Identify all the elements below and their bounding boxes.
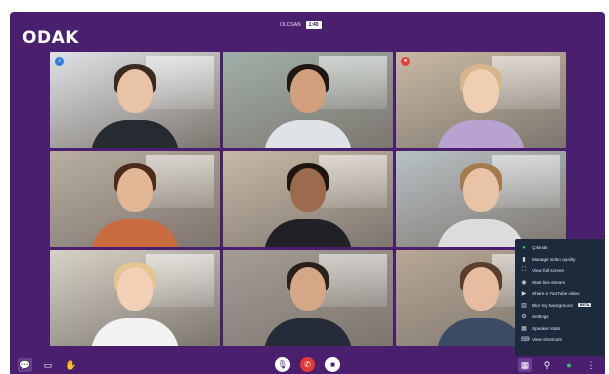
speaker-stats-icon: ▦ (521, 325, 527, 332)
meeting-title: OLCSAN (280, 22, 301, 28)
menu-item-label: Start live stream (532, 279, 566, 285)
video-grid: ♪ ● (50, 52, 566, 346)
participant-tile[interactable] (223, 151, 393, 247)
security-button[interactable]: ● (562, 358, 576, 372)
more-button[interactable]: ⋮ (584, 358, 598, 372)
menu-item[interactable]: ⚙ Settings (515, 311, 605, 323)
participant-tile[interactable] (223, 52, 393, 148)
menu-item-label: Çıkmak (532, 245, 548, 251)
participant-tile[interactable] (223, 250, 393, 346)
participant-video (263, 151, 353, 247)
menu-item-label: View full screen (532, 268, 565, 274)
participant-face (463, 69, 499, 114)
menu-item-label: Share a YouTube video (532, 291, 580, 297)
participant-tile[interactable] (50, 151, 220, 247)
participant-face (117, 267, 153, 312)
chat-button[interactable]: 💬 (18, 358, 32, 372)
beta-badge: BETA (577, 303, 592, 308)
menu-item-label: Settings (532, 314, 549, 320)
participant-tile[interactable]: ♪ (50, 52, 220, 148)
participant-body (264, 317, 352, 346)
bottom-toolbar: 💬 ▭ ✋ 🎙 ✆ ■ ▦ ⚲ ● ⋮ (10, 356, 605, 374)
share-screen-button[interactable]: ▭ (41, 358, 55, 372)
participant-body (264, 119, 352, 148)
live-icon: ◉ (521, 279, 527, 286)
gear-icon: ⚙ (521, 314, 527, 321)
participant-face (290, 267, 326, 312)
circle-icon: ● (522, 244, 526, 251)
participant-body (437, 218, 525, 247)
shortcuts-icon: ⌨ (521, 337, 530, 344)
participant-tile[interactable]: ● (396, 52, 566, 148)
participant-body (437, 317, 525, 346)
menu-item-label: View shortcuts (532, 337, 562, 343)
participant-body (91, 317, 179, 346)
participant-video (263, 52, 353, 148)
fullscreen-icon: ⛶ (521, 267, 527, 274)
menu-item[interactable]: ▥ Blur my background BETA (515, 300, 605, 312)
menu-item[interactable]: ▦ Speaker stats (515, 323, 605, 335)
meeting-timer: 1:40 (305, 21, 322, 29)
participant-face (290, 168, 326, 213)
participant-tile[interactable] (50, 250, 220, 346)
camera-button[interactable]: ■ (325, 357, 340, 372)
audio-icon: ♪ (55, 57, 64, 66)
menu-item-label: Manage video quality (532, 256, 576, 262)
participant-face (117, 168, 153, 213)
participant-body (91, 119, 179, 148)
menu-item[interactable]: ⛶ View full screen (515, 265, 605, 277)
participant-video (436, 250, 526, 346)
participant-face (290, 69, 326, 114)
menu-item[interactable]: ⌨ View shortcuts (515, 334, 605, 346)
menu-item[interactable]: ▶ Share a YouTube video (515, 288, 605, 300)
more-actions-menu: ● Çıkmak ▮ Manage video quality ⛶ View full s… (515, 239, 605, 365)
menu-item-label: Blur my background (532, 302, 573, 308)
participant-video (436, 52, 526, 148)
recording-icon: ● (401, 57, 410, 66)
participant-video (90, 250, 180, 346)
participant-video (90, 52, 180, 148)
participant-face (117, 69, 153, 114)
participant-video (90, 151, 180, 247)
youtube-icon: ▶ (521, 291, 527, 298)
menu-item-label: Speaker stats (532, 325, 561, 331)
menu-item[interactable]: ● Çıkmak (515, 242, 605, 254)
tile-view-button[interactable]: ▦ (518, 358, 532, 372)
blur-icon: ▥ (521, 302, 527, 309)
meeting-header: OLCSAN 1:40 (280, 21, 322, 29)
hangup-button[interactable]: ✆ (300, 357, 315, 372)
participant-tile[interactable] (396, 151, 566, 247)
menu-item[interactable]: ◉ Start live stream (515, 277, 605, 289)
participant-face (463, 168, 499, 213)
invite-button[interactable]: ⚲ (540, 358, 554, 372)
brand-logo: ODAK (22, 28, 79, 48)
meeting-screen: ODAK OLCSAN 1:40 ♪ ● ● Çıkmak ▮ Manage video… (10, 12, 605, 374)
participant-body (264, 218, 352, 247)
menu-item[interactable]: ▮ Manage video quality (515, 254, 605, 266)
participant-face (463, 267, 499, 312)
raise-hand-button[interactable]: ✋ (64, 358, 78, 372)
microphone-button[interactable]: 🎙 (275, 357, 290, 372)
participant-video (436, 151, 526, 247)
signal-icon: ▮ (522, 256, 526, 263)
participant-body (91, 218, 179, 247)
participant-video (263, 250, 353, 346)
participant-body (437, 119, 525, 148)
